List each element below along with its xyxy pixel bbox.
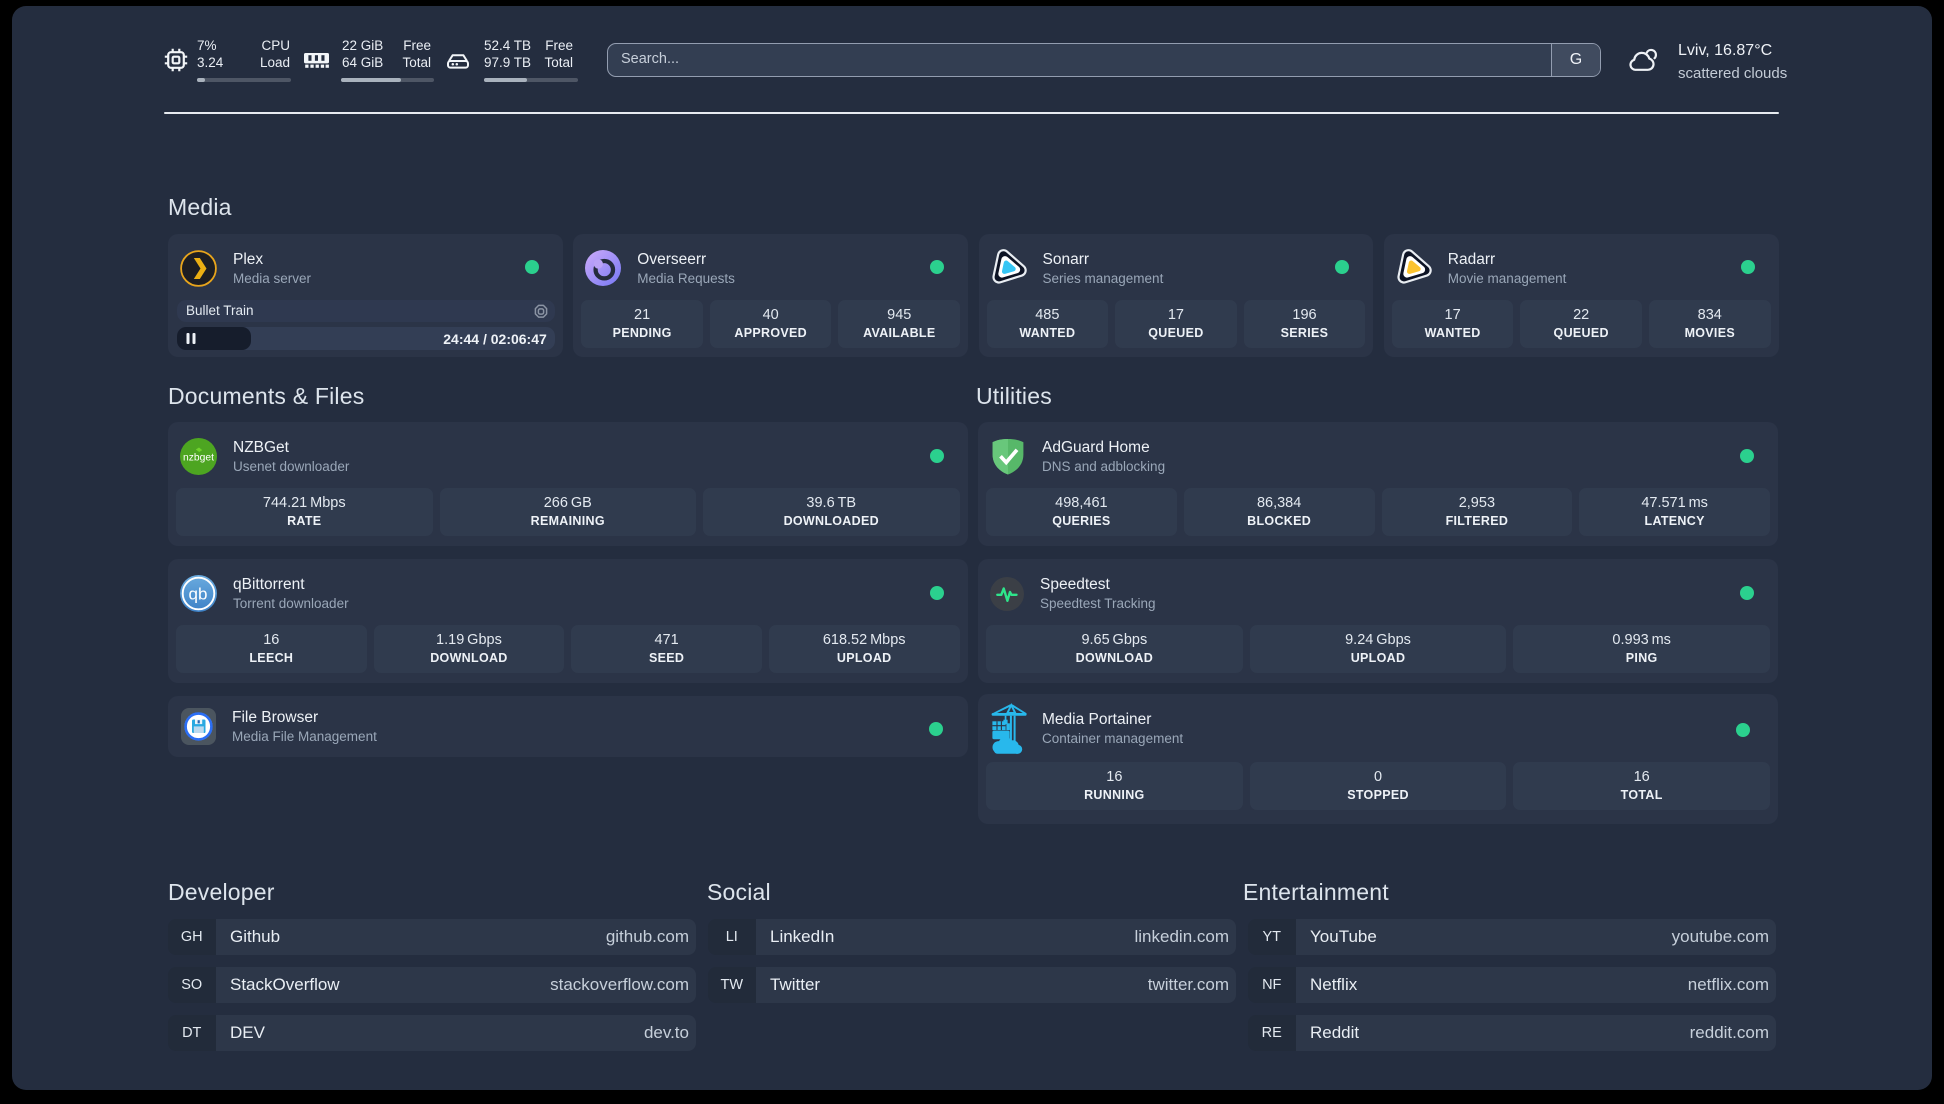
svg-text:qb: qb — [189, 585, 208, 604]
svg-text:nzbget: nzbget — [183, 453, 214, 464]
